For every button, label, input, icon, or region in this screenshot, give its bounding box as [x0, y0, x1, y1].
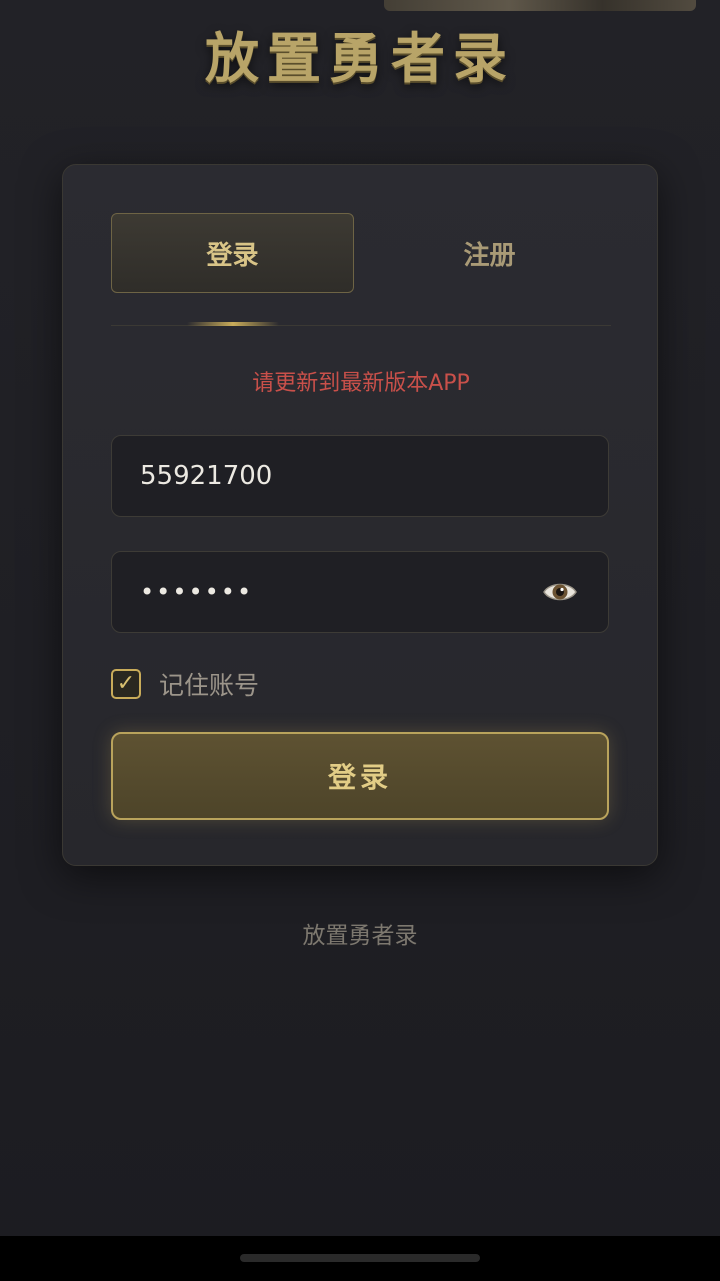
- footer-title: 放置勇者录: [302, 923, 418, 949]
- game-title: 放置勇者录: [205, 26, 515, 90]
- account-field: [111, 435, 609, 517]
- update-notice: 请更新到最新版本APP: [252, 371, 470, 396]
- remember-account[interactable]: ✓ 记住账号: [111, 667, 259, 701]
- home-indicator[interactable]: [240, 1254, 480, 1262]
- eye-icon[interactable]: [542, 578, 578, 606]
- login-card: 登录 注册 请更新到最新版本APP ✓ 记住账号 登录: [62, 164, 658, 866]
- password-field: [111, 551, 609, 633]
- tab-register[interactable]: 注册: [368, 213, 611, 293]
- tab-divider: [111, 325, 611, 326]
- auth-tabs: 登录 注册: [111, 213, 611, 293]
- system-navigation-bar: [0, 1236, 720, 1281]
- top-banner-image: [384, 0, 696, 11]
- remember-label: 记住账号: [159, 671, 260, 700]
- tab-login[interactable]: 登录: [111, 213, 354, 293]
- account-input[interactable]: [112, 436, 532, 516]
- active-tab-indicator: [187, 322, 279, 326]
- password-input[interactable]: [112, 552, 532, 632]
- remember-checkbox[interactable]: ✓: [111, 669, 141, 699]
- login-page: 放置勇者录 登录 注册 请更新到最新版本APP ✓ 记住账号: [0, 0, 720, 1281]
- login-button[interactable]: 登录: [111, 732, 609, 820]
- checkmark-icon: ✓: [116, 671, 136, 696]
